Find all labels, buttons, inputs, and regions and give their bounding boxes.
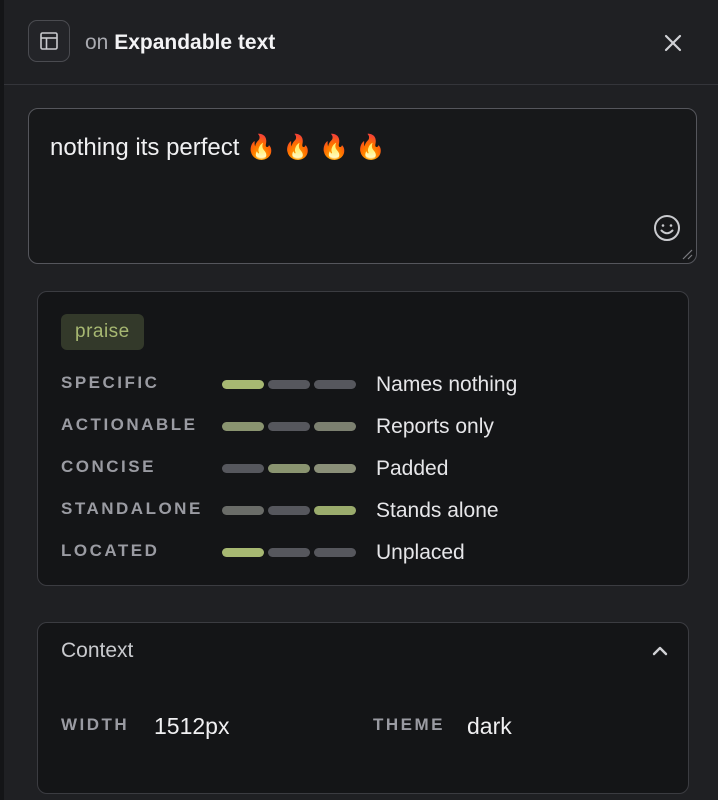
metric-bar [268,380,310,389]
metric-bar [268,548,310,557]
metric-label: ACTIONABLE [61,415,198,434]
theme-value: dark [467,713,512,739]
metric-row-located: LOCATED Unplaced [61,540,681,570]
close-icon [664,34,682,52]
metric-description: Reports only [376,415,494,438]
metric-bar [314,548,356,557]
metric-bar [222,548,264,557]
metric-row-specific: SPECIFIC Names nothing [61,372,681,402]
context-title: Context [61,639,134,662]
context-toggle[interactable]: Context [38,623,688,681]
panel-header: on Expandable text [4,0,718,85]
metric-row-concise: CONCISE Padded [61,456,681,486]
context-card: Context WIDTH 1512px THEME dark [37,622,689,794]
metric-bars [222,464,356,473]
title-prefix: on [85,31,109,54]
metric-label: SPECIFIC [61,373,160,392]
metric-label: CONCISE [61,457,156,476]
chevron-up-icon[interactable] [650,641,670,661]
metric-bar [222,464,264,473]
feedback-quality-card: praise SPECIFIC Names nothing ACTIONABLE… [37,291,689,586]
comment-panel: on Expandable text nothing its perfect 🔥… [4,0,718,800]
metric-row-standalone: STANDALONE Stands alone [61,498,681,528]
metric-description: Stands alone [376,499,499,522]
title-target: Expandable text [114,31,276,54]
metric-bars [222,380,356,389]
comment-textarea[interactable]: nothing its perfect 🔥 🔥 🔥 🔥 [28,108,697,264]
metric-bar [314,422,356,431]
metric-row-actionable: ACTIONABLE Reports only [61,414,681,444]
resize-handle-icon[interactable] [681,248,693,260]
metric-bar [268,422,310,431]
metric-description: Names nothing [376,373,518,396]
smiley-icon [654,215,680,241]
metric-label: STANDALONE [61,499,203,518]
metric-bar [314,464,356,473]
metric-bar [222,506,264,515]
metric-bar [222,422,264,431]
layout-icon[interactable] [28,20,70,62]
comment-type-tag[interactable]: praise [61,314,144,350]
width-label: WIDTH [61,715,130,734]
metric-description: Padded [376,457,449,480]
metric-bars [222,422,356,431]
width-value: 1512px [154,713,230,739]
metric-bar [314,506,356,515]
metric-bars [222,548,356,557]
panel-title: on Expandable text [85,30,275,56]
theme-label: THEME [373,715,445,734]
metric-bar [268,506,310,515]
close-button[interactable] [659,29,687,57]
metric-bar [268,464,310,473]
metric-bar [222,380,264,389]
metric-label: LOCATED [61,541,160,560]
metric-description: Unplaced [376,541,465,564]
comment-text[interactable]: nothing its perfect 🔥 🔥 🔥 🔥 [50,133,386,162]
emoji-button[interactable] [652,213,682,243]
metric-bar [314,380,356,389]
metric-bars [222,506,356,515]
